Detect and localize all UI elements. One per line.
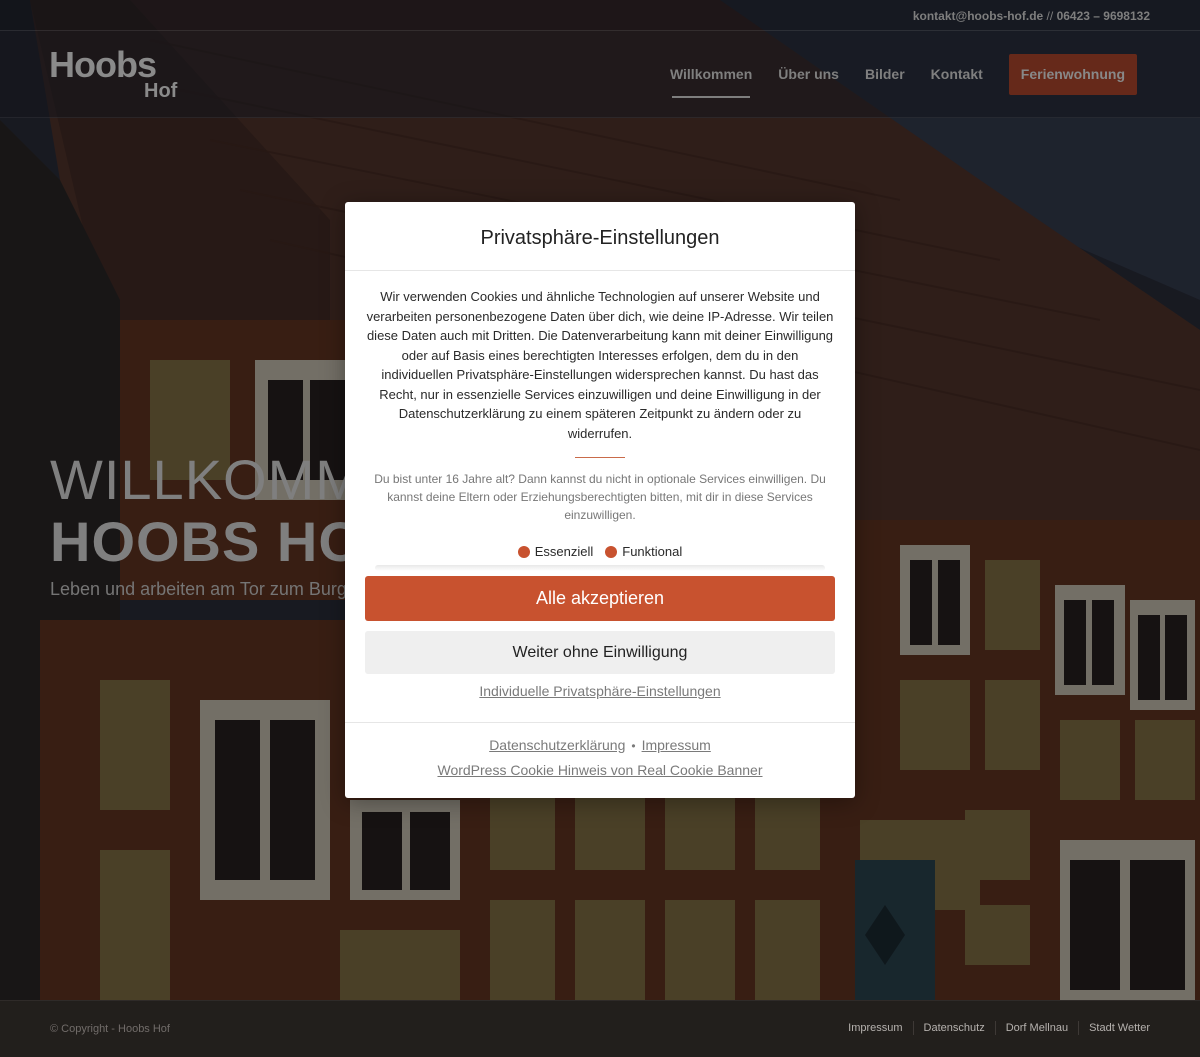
dialog-intro-text: Wir verwenden Cookies und ähnliche Techn… [366, 289, 834, 441]
service-group-label: Essenziell [534, 544, 594, 559]
dialog-header: Privatsphäre-Einstellungen [345, 202, 855, 271]
dialog-age-notice: Du bist unter 16 Jahre alt? Dann kannst … [374, 472, 826, 522]
group-dot-icon [517, 545, 530, 558]
powered-by-link[interactable]: WordPress Cookie Hinweis von Real Cookie… [437, 762, 762, 778]
dialog-divider [575, 457, 625, 458]
scroll-fade [375, 565, 825, 571]
imprint-link[interactable]: Impressum [642, 737, 711, 753]
continue-without-consent-button[interactable]: Weiter ohne Einwilligung [365, 631, 835, 674]
footer-bullet: • [631, 739, 636, 753]
dialog-body: Wir verwenden Cookies und ähnliche Techn… [345, 271, 855, 699]
service-group-funktional: Funktional [605, 544, 682, 559]
dialog-title: Privatsphäre-Einstellungen [480, 227, 720, 249]
service-group-label: Funktional [622, 544, 683, 559]
cookie-consent-dialog: Privatsphäre-Einstellungen Wir verwenden… [345, 202, 855, 798]
individual-settings-link[interactable]: Individuelle Privatsphäre-Einstellungen [365, 683, 835, 699]
dialog-footer-row2: WordPress Cookie Hinweis von Real Cookie… [345, 762, 855, 780]
dialog-footer: Datenschutzerklärung • Impressum WordPress… [345, 722, 855, 798]
service-group-essenziell: Essenziell [517, 544, 594, 559]
group-dot-icon [605, 545, 618, 558]
accept-all-button[interactable]: Alle akzeptieren [365, 576, 835, 621]
service-groups: Essenziell Funktional [365, 544, 835, 559]
privacy-policy-link[interactable]: Datenschutzerklärung [489, 737, 625, 753]
dialog-footer-row1: Datenschutzerklärung • Impressum [345, 737, 855, 755]
